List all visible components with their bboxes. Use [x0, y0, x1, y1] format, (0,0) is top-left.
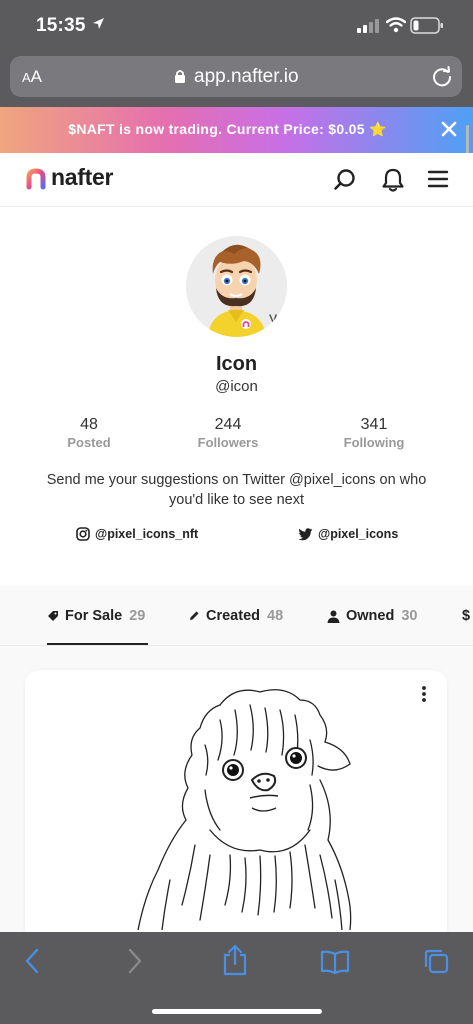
active-tab-indicator: [47, 643, 148, 645]
search-icon[interactable]: [333, 168, 357, 192]
stat-label: Posted: [67, 435, 111, 450]
forward-icon[interactable]: [127, 948, 143, 974]
status-bar: 15:35: [0, 0, 473, 52]
promo-banner: $NAFT is now trading. Current Price: $0.…: [0, 107, 473, 153]
nft-card[interactable]: [25, 670, 447, 970]
close-icon[interactable]: [440, 120, 458, 138]
reload-icon[interactable]: [431, 66, 453, 88]
url-text[interactable]: app.nafter.io: [194, 66, 299, 88]
tab-count: 29: [129, 608, 146, 624]
instagram-handle: @pixel_icons_nft: [95, 527, 199, 541]
avatar-illustration: [186, 236, 287, 337]
twitter-link[interactable]: @pixel_icons: [298, 527, 398, 541]
stat-value: 244: [214, 416, 242, 433]
browser-address-bar: AA app.nafter.io: [0, 52, 473, 107]
avatar: [186, 236, 287, 337]
lock-icon: [175, 70, 185, 83]
instagram-icon: [76, 527, 90, 541]
stat-followers[interactable]: 244 Followers: [173, 416, 283, 450]
promo-text[interactable]: $NAFT is now trading. Current Price: $0.…: [0, 121, 455, 138]
cellular-signal-icon: [357, 19, 379, 33]
tab-label: $: [462, 608, 471, 624]
twitter-handle: @pixel_icons: [318, 527, 399, 541]
profile-name: Icon: [215, 353, 258, 375]
location-arrow-icon: [93, 18, 104, 29]
status-time: 15:35: [36, 15, 86, 36]
user-icon: [327, 610, 340, 623]
wifi-icon: [386, 17, 406, 33]
profile-handle: @icon: [215, 378, 258, 395]
reader-aa-button[interactable]: AA: [22, 67, 42, 87]
top-navigation: nafter: [0, 153, 473, 207]
tab-more[interactable]: $: [462, 608, 470, 624]
profile-tabs: For Sale 29 Created 48 Owned 30 $: [0, 586, 473, 646]
logo-text[interactable]: nafter: [51, 164, 113, 191]
pencil-icon: [190, 611, 199, 620]
twitter-icon: [298, 527, 313, 540]
nft-artwork: [137, 689, 352, 930]
tab-label: For Sale: [65, 608, 123, 624]
tab-owned[interactable]: Owned 30: [327, 608, 417, 624]
stat-following[interactable]: 341 Following: [319, 416, 429, 450]
hamburger-menu-icon[interactable]: [427, 169, 449, 189]
back-icon[interactable]: [24, 948, 40, 974]
home-indicator: [152, 1009, 322, 1014]
tab-count: 30: [401, 608, 418, 624]
nafter-logo-icon[interactable]: [25, 168, 47, 190]
bell-icon[interactable]: [381, 167, 405, 193]
share-icon[interactable]: [222, 944, 248, 976]
more-options-icon[interactable]: [421, 685, 427, 703]
bookmarks-icon[interactable]: [320, 950, 350, 974]
stat-label: Followers: [197, 435, 259, 450]
stat-value: 48: [80, 416, 98, 433]
stat-posted[interactable]: 48 Posted: [34, 416, 144, 450]
tab-created[interactable]: Created 48: [188, 608, 283, 624]
stat-value: 341: [360, 416, 388, 433]
tab-label: Owned: [346, 608, 395, 624]
tab-for-sale[interactable]: For Sale 29: [47, 608, 145, 624]
instagram-link[interactable]: @pixel_icons_nft: [76, 527, 198, 541]
tabs-icon[interactable]: [423, 948, 449, 974]
tab-count: 48: [267, 608, 284, 624]
url-field[interactable]: AA app.nafter.io: [10, 56, 462, 97]
tab-label: Created: [206, 608, 260, 624]
stat-label: Following: [343, 435, 405, 450]
profile-bio: Send me your suggestions on Twitter @pix…: [46, 472, 427, 508]
tag-icon: [48, 611, 58, 621]
battery-icon: [410, 17, 443, 34]
